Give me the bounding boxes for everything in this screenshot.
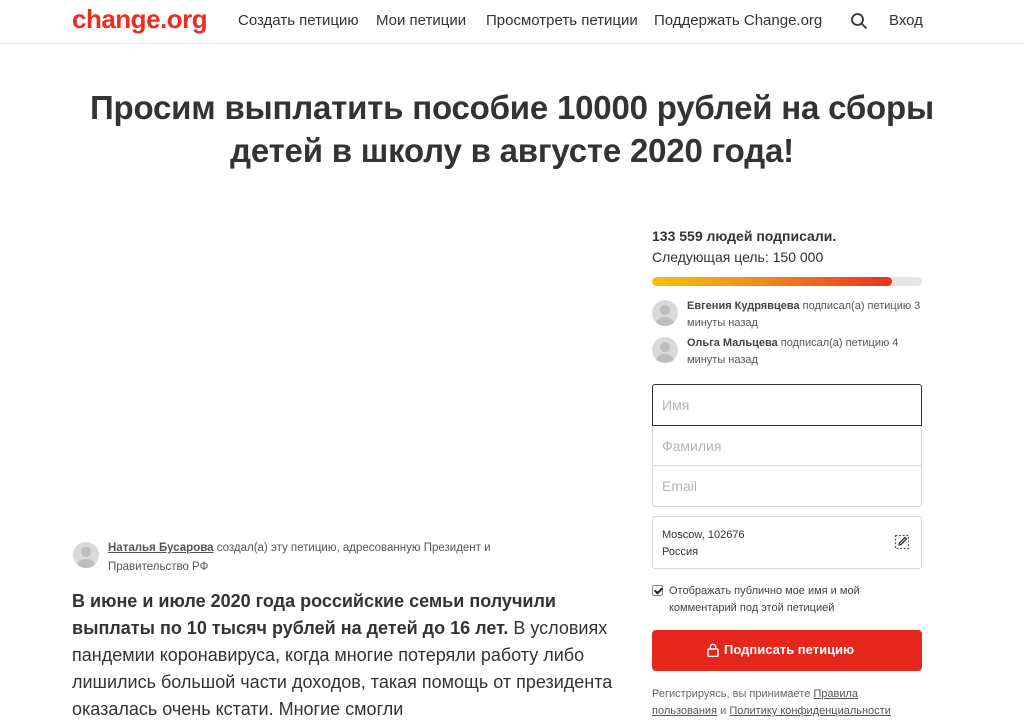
privacy-policy-link[interactable]: Политику конфиденциальности	[729, 705, 891, 717]
signature-goal: Следующая цель: 150 000	[652, 249, 824, 265]
location-field[interactable]: Moscow, 102676 Россия	[652, 516, 922, 569]
sign-petition-label: Подписать петицию	[724, 642, 855, 657]
location-country: Россия	[662, 546, 699, 558]
signer-name: Евгения Кудрявцева	[687, 300, 800, 312]
signature-count: 133 559 людей подписали.	[652, 228, 837, 244]
petition-media	[72, 200, 620, 520]
signer-name: Ольга Мальцева	[687, 337, 778, 349]
edit-location-icon[interactable]	[893, 533, 911, 551]
nav-browse-petitions[interactable]: Просмотреть петиции	[486, 12, 638, 29]
sign-petition-button[interactable]: Подписать петицию	[652, 630, 922, 671]
author-avatar	[73, 542, 99, 568]
first-name-input[interactable]	[652, 384, 922, 426]
petition-body-lead: В июне и июле 2020 года российские семьи…	[72, 591, 556, 638]
terms-prefix: Регистрируясь, вы принимаете	[652, 688, 814, 700]
signer-text: Евгения Кудрявцева подписал(а) петицию 3…	[687, 298, 922, 332]
terms-notice: Регистрируясь, вы принимаете Правила пол…	[652, 686, 922, 720]
signer-avatar	[652, 337, 678, 363]
email-input[interactable]	[652, 466, 922, 507]
signer-text: Ольга Мальцева подписал(а) петицию 4 мин…	[687, 335, 922, 369]
nav-support-change-org[interactable]: Поддержать Change.org	[654, 12, 822, 29]
author-line: Наталья Бусарова создал(а) эту петицию, …	[108, 539, 528, 577]
author-name-link[interactable]: Наталья Бусарова	[108, 542, 214, 554]
location-city: Moscow, 102676	[662, 529, 745, 541]
change-org-logo[interactable]: change.org	[72, 4, 208, 35]
last-name-input[interactable]	[652, 426, 922, 466]
terms-and: и	[717, 705, 730, 717]
nav-create-petition[interactable]: Создать петицию	[238, 12, 359, 29]
petition-body: В июне и июле 2020 года российские семьи…	[72, 588, 617, 720]
signer-avatar	[652, 300, 678, 326]
top-header: change.org Создать петицию Мои петиции П…	[0, 0, 1024, 44]
display-publicly-checkbox[interactable]	[652, 585, 663, 596]
signature-progress-bar	[652, 277, 922, 286]
petition-title: Просим выплатить пособие 10000 рублей на…	[90, 89, 934, 169]
login-link[interactable]: Вход	[889, 12, 923, 29]
signature-progress-fill	[652, 277, 893, 286]
lock-icon	[707, 643, 719, 658]
display-publicly-label: Отображать публично мое имя и мой коммен…	[669, 585, 860, 614]
nav-my-petitions[interactable]: Мои петиции	[376, 12, 466, 29]
search-icon[interactable]	[850, 12, 868, 30]
